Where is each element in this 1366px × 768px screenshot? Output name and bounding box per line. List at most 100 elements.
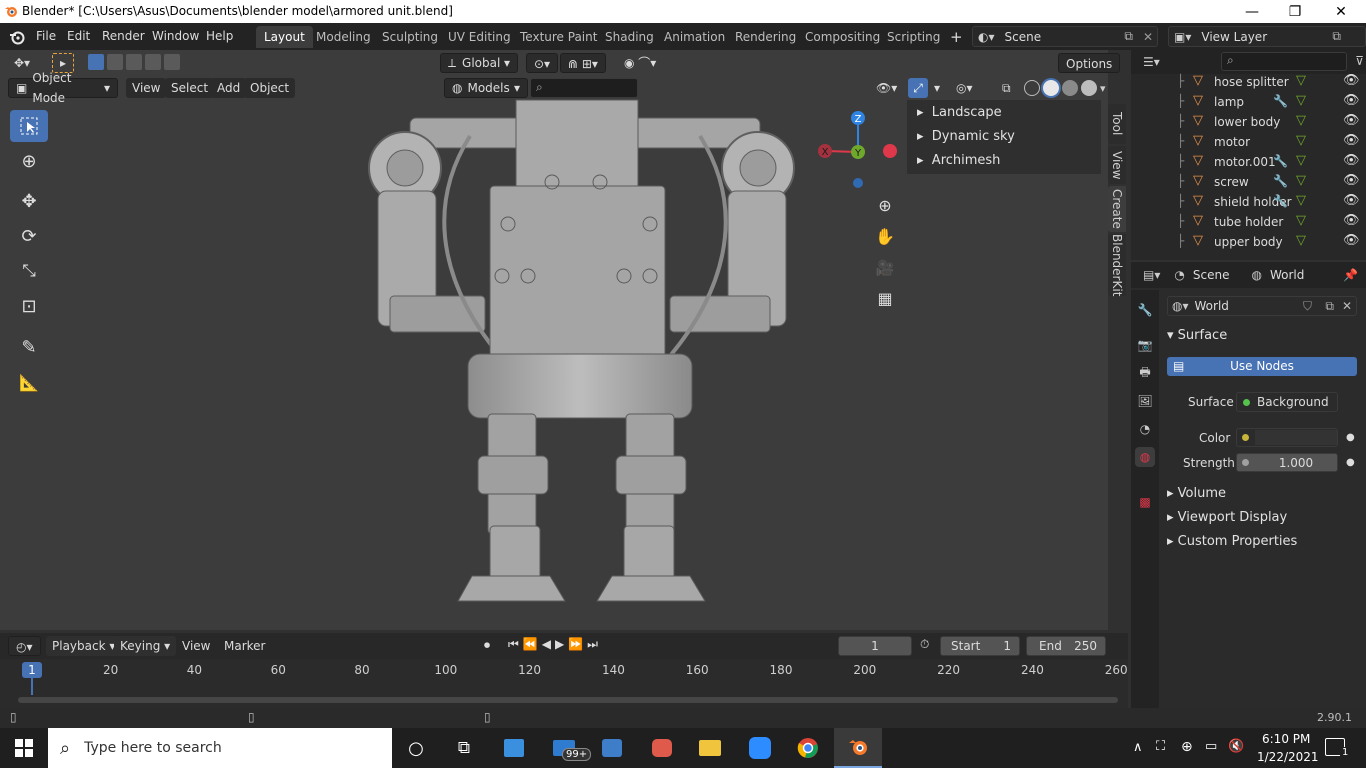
cursor-tool[interactable]: ⊕ bbox=[10, 145, 48, 177]
sidebar-tab-create[interactable]: Create bbox=[1108, 186, 1126, 232]
scene-tab-icon[interactable]: ◔ bbox=[1135, 419, 1155, 439]
robot-model[interactable] bbox=[360, 96, 810, 632]
world-datablock-selector[interactable]: ◍▾ World ⛉ ⧉ ✕ bbox=[1167, 296, 1357, 316]
view-layer-selector[interactable]: ▣▾ View Layer ⧉ bbox=[1168, 26, 1366, 47]
camera-view-icon[interactable]: 🎥 bbox=[872, 255, 898, 281]
select-box-tool[interactable] bbox=[10, 110, 48, 142]
clock-date[interactable]: 1/22/2021 bbox=[1257, 750, 1319, 764]
select-extend-icon[interactable] bbox=[107, 54, 123, 70]
volume-section-header[interactable]: ▸ Volume bbox=[1167, 486, 1226, 501]
menu-edit[interactable]: Edit bbox=[67, 23, 90, 50]
visibility-eye-icon[interactable]: 👁 bbox=[1343, 213, 1360, 228]
menu-window[interactable]: Window bbox=[152, 23, 199, 50]
viewport-menu-view[interactable]: View bbox=[126, 78, 167, 98]
zoom-icon[interactable]: ⊕ bbox=[872, 193, 898, 219]
language-globe-icon[interactable]: ⊕ bbox=[1181, 739, 1193, 755]
windows-start-icon[interactable] bbox=[0, 728, 48, 768]
outliner-item[interactable]: ├ ▽ screw 🔧 ▽ 👁 bbox=[1131, 172, 1366, 192]
outliner-search-input[interactable]: ⌕ bbox=[1221, 52, 1347, 71]
add-workspace-button[interactable]: + bbox=[942, 26, 971, 48]
tab-animation[interactable]: Animation bbox=[656, 26, 733, 48]
playhead-marker[interactable]: 1 bbox=[22, 662, 42, 678]
gizmo-z-negative-dot[interactable] bbox=[853, 178, 863, 188]
outliner-item[interactable]: ├ ▽ upper body ▽ 👁 bbox=[1131, 232, 1366, 252]
visibility-eye-icon[interactable]: 👁 bbox=[1343, 153, 1360, 168]
use-nodes-button[interactable]: ▤ Use Nodes bbox=[1167, 357, 1357, 376]
select-invert-icon[interactable] bbox=[145, 54, 161, 70]
proportional-editing-icon[interactable]: ◉ ⌒▾ bbox=[618, 53, 662, 73]
tab-layout[interactable]: Layout bbox=[256, 26, 313, 48]
camera-app-icon[interactable] bbox=[638, 728, 686, 768]
rotate-tool[interactable]: ⟳ bbox=[10, 220, 48, 252]
tab-sculpting[interactable]: Sculpting bbox=[374, 26, 446, 48]
viewport-menu-object[interactable]: Object bbox=[244, 78, 296, 98]
menu-render[interactable]: Render bbox=[102, 23, 145, 50]
outliner-item[interactable]: ├ ▽ hose splitter ▽ 👁 bbox=[1131, 72, 1366, 92]
world-tab-icon[interactable]: ◍ bbox=[1135, 447, 1155, 467]
color-swatch[interactable] bbox=[1255, 430, 1337, 445]
transform-orientation-dropdown[interactable]: ⟂ Global ▾ bbox=[440, 53, 518, 73]
panel-dynamic-sky[interactable]: ▸ Dynamic sky bbox=[917, 125, 1015, 149]
viewport-display-section-header[interactable]: ▸ Viewport Display bbox=[1167, 510, 1287, 525]
visibility-eye-icon[interactable]: 👁 bbox=[1343, 173, 1360, 188]
minimize-button[interactable]: — bbox=[1229, 0, 1275, 23]
pan-hand-icon[interactable]: ✋ bbox=[872, 224, 898, 250]
outliner-item[interactable]: ├ ▽ motor ▽ 👁 bbox=[1131, 132, 1366, 152]
end-frame-field[interactable]: End 250 bbox=[1026, 636, 1106, 656]
close-window-button[interactable]: ✕ bbox=[1318, 0, 1364, 23]
visibility-eye-icon[interactable]: 👁 bbox=[1343, 193, 1360, 208]
tool-tab-icon[interactable]: 🔧 bbox=[1135, 300, 1155, 320]
surface-shader-selector[interactable]: Background bbox=[1236, 392, 1338, 412]
scene-selector[interactable]: ◐▾ Scene ⧉ ✕ bbox=[972, 26, 1158, 47]
output-tab-icon[interactable]: 🖶 bbox=[1135, 363, 1155, 383]
outliner-item[interactable]: ├ ▽ shield holder 🔧 ▽ 👁 bbox=[1131, 192, 1366, 212]
network-off-icon[interactable]: ⛶ bbox=[1156, 739, 1165, 754]
sidebar-tab-blenderkit[interactable]: BlenderKit bbox=[1108, 234, 1126, 296]
cortana-icon[interactable]: ○ bbox=[392, 728, 440, 768]
annotate-tool[interactable]: ✎ bbox=[10, 331, 48, 363]
file-explorer-icon[interactable] bbox=[686, 728, 734, 768]
color-keyframe-dot-icon[interactable]: ● bbox=[1346, 432, 1355, 443]
render-tab-icon[interactable]: 📷 bbox=[1135, 335, 1155, 355]
tab-texture-paint[interactable]: Texture Paint bbox=[512, 26, 605, 48]
navigation-gizmo[interactable]: Z X Y bbox=[808, 104, 904, 194]
zoom-app-icon[interactable] bbox=[736, 728, 784, 768]
pin-icon[interactable]: 📌 bbox=[1343, 268, 1358, 282]
blender-taskbar-icon[interactable] bbox=[834, 728, 882, 768]
volume-muted-icon[interactable]: 🔇 bbox=[1228, 739, 1244, 754]
timeline-menu-marker[interactable]: Marker bbox=[218, 636, 271, 656]
unlink-world-icon[interactable]: ✕ bbox=[1342, 299, 1352, 313]
visibility-eye-icon[interactable]: 👁 bbox=[1343, 233, 1360, 248]
collection-filter-dropdown[interactable]: ◍ Models ▾ bbox=[444, 78, 528, 98]
video-app-icon[interactable] bbox=[588, 728, 636, 768]
viewport-menu-select[interactable]: Select bbox=[165, 78, 215, 98]
panel-archimesh[interactable]: ▸ Archimesh bbox=[917, 149, 1000, 173]
timeline-menu-playback[interactable]: Playback ▾ bbox=[46, 636, 122, 656]
timeline-scrollbar[interactable] bbox=[18, 697, 1118, 703]
panel-landscape[interactable]: ▸ Landscape bbox=[917, 101, 1002, 125]
tab-compositing[interactable]: Compositing bbox=[797, 26, 888, 48]
measure-tool[interactable]: 📐 bbox=[10, 366, 48, 398]
maximize-button[interactable]: ❐ bbox=[1272, 0, 1318, 23]
task-view-icon[interactable]: ⧉ bbox=[440, 728, 488, 768]
current-frame-field[interactable]: 1 bbox=[838, 636, 912, 656]
scale-tool[interactable]: ⤡ bbox=[10, 255, 48, 287]
move-tool[interactable]: ✥ bbox=[10, 185, 48, 217]
visibility-eye-icon[interactable]: 👁 bbox=[1343, 133, 1360, 148]
tab-modeling[interactable]: Modeling bbox=[308, 26, 379, 48]
outliner-item[interactable]: ├ ▽ motor.001 🔧 ▽ 👁 bbox=[1131, 152, 1366, 172]
texture-tab-icon[interactable]: ▩ bbox=[1135, 492, 1155, 512]
strength-field[interactable]: 1.000 bbox=[1236, 453, 1338, 472]
gizmo-x-positive-dot[interactable] bbox=[883, 144, 897, 158]
timeline-menu-view[interactable]: View bbox=[176, 636, 216, 656]
visibility-eye-icon[interactable]: 👁 bbox=[1343, 113, 1360, 128]
properties-editor-icon[interactable]: ▤▾ bbox=[1143, 268, 1160, 282]
select-intersect-icon[interactable] bbox=[164, 54, 180, 70]
strength-keyframe-dot-icon[interactable]: ● bbox=[1346, 457, 1355, 468]
filter-icon[interactable]: ⊽ bbox=[1355, 54, 1364, 68]
blender-menu-icon[interactable] bbox=[9, 29, 25, 45]
options-dropdown[interactable]: Options ▾ bbox=[1058, 53, 1121, 91]
surface-section-header[interactable]: ▾ Surface bbox=[1167, 328, 1227, 343]
view-layer-tab-icon[interactable]: 🖼 bbox=[1135, 391, 1155, 411]
remove-scene-icon[interactable]: ✕ bbox=[1143, 30, 1153, 44]
